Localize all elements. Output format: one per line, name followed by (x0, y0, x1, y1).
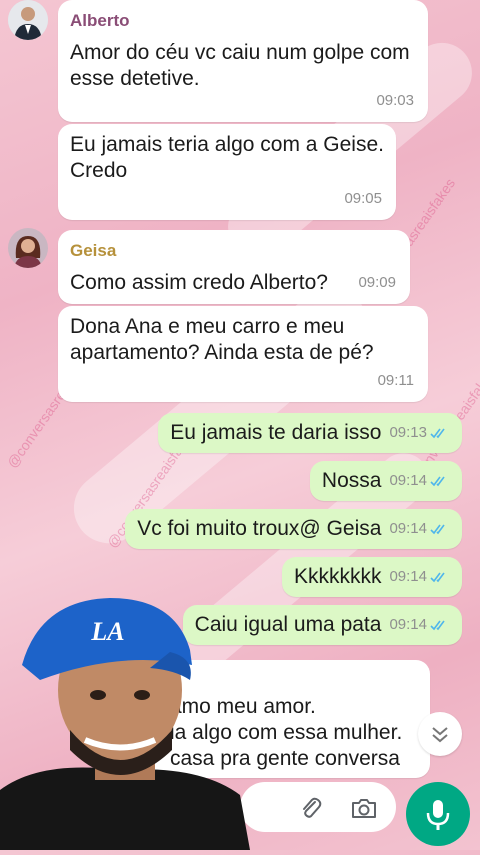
person-overlay: LA (0, 580, 250, 850)
message-time: 09:11 (377, 372, 414, 389)
message-bubble[interactable]: Eu jamais teria algo com a Geise. Credo … (58, 124, 396, 220)
camera-icon[interactable] (350, 795, 378, 821)
message-time-status: 09:14 (389, 468, 450, 494)
message-time-status: 09:14 (389, 612, 450, 638)
double-check-icon (430, 524, 445, 535)
outgoing-message[interactable]: Eu jamais te daria isso 09:13 (158, 413, 462, 453)
outgoing-message[interactable]: Nossa 09:14 (309, 461, 462, 501)
mic-button[interactable] (406, 782, 470, 846)
message-line: Dona Ana e meu carro e meu (70, 315, 345, 338)
double-check-icon (430, 476, 445, 487)
message-line: Eu jamais teria algo com a Geise. (70, 133, 384, 156)
sender-name: Alberto (70, 11, 130, 30)
message-time-status: 09:14 (389, 564, 450, 590)
message-line: Credo (70, 159, 128, 182)
message-input[interactable] (240, 782, 396, 832)
message-line: Como assim credo Alberto? (70, 271, 328, 294)
message-text: Nossa (321, 469, 382, 492)
message-time: 09:14 (389, 616, 427, 633)
message-line: Amor do céu vc caiu num golpe com (70, 41, 410, 64)
double-check-icon (430, 620, 445, 631)
message-time-status: 09:14 (389, 516, 450, 542)
message-bubble[interactable]: Geisa Como assim credo Alberto? 09:09 (58, 230, 410, 304)
avatar-geisa[interactable] (8, 228, 48, 268)
outgoing-message[interactable]: Kkkkkkkk 09:14 (281, 557, 462, 597)
message-text: Kkkkkkkk (293, 565, 382, 588)
cap-logo: LA (90, 617, 124, 646)
message-text: Eu jamais te daria isso (170, 421, 382, 444)
message-bubble[interactable]: Dona Ana e meu carro e meu apartamento? … (58, 306, 428, 402)
message-time: 09:05 (344, 190, 382, 207)
message-time-status: 09:13 (389, 420, 450, 446)
message-time: 09:13 (389, 424, 427, 441)
avatar-alberto[interactable] (8, 0, 48, 40)
message-time: 09:14 (389, 568, 427, 585)
attach-icon[interactable] (298, 795, 324, 821)
mic-icon (426, 800, 450, 830)
sender-name: Geisa (70, 241, 117, 260)
message-line: apartamento? Ainda esta de pé? (70, 341, 374, 364)
outgoing-message[interactable]: Vc foi muito troux@ Geisa 09:14 (125, 509, 462, 549)
message-text: Vc foi muito troux@ Geisa (137, 517, 382, 540)
message-time: 09:14 (389, 472, 427, 489)
message-time: 09:14 (389, 520, 427, 537)
double-check-icon (430, 428, 445, 439)
message-line: esse detetive. (70, 67, 200, 90)
message-bubble[interactable]: Alberto Amor do céu vc caiu num golpe co… (58, 0, 428, 122)
message-time: 09:09 (358, 274, 396, 291)
chevron-down-icon (432, 727, 448, 743)
scroll-down-button[interactable] (418, 712, 462, 756)
double-check-icon (430, 572, 445, 583)
message-time: 09:03 (376, 92, 414, 109)
